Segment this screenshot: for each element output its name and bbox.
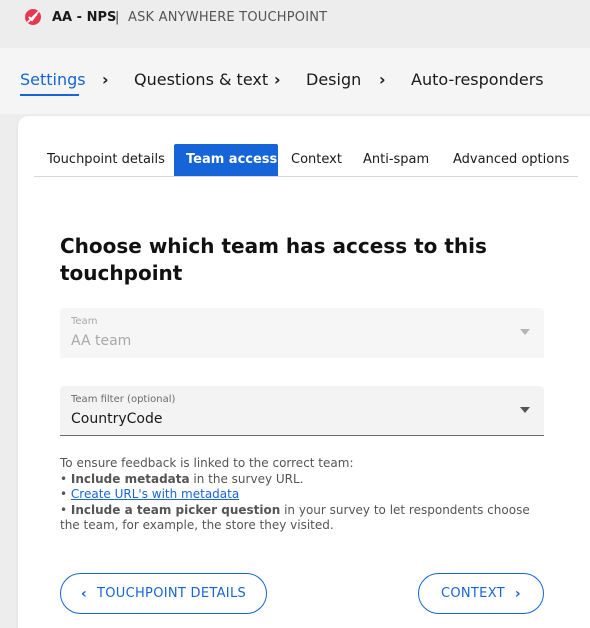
active-step-indicator [20, 94, 79, 96]
help-item-metadata: • Include metadata in the survey URL. [60, 471, 304, 486]
chevron-right-icon: › [102, 70, 109, 89]
team-select[interactable]: Team AA team [60, 308, 544, 358]
create-urls-metadata-link[interactable]: Create URL's with metadata [71, 487, 239, 501]
team-filter-value: CountryCode [71, 411, 163, 427]
step-design[interactable]: Design [306, 70, 361, 89]
settings-tabs: Touchpoint details Team access Context A… [34, 144, 578, 177]
wizard-steps: Settings › Questions & text › Design › A… [0, 48, 590, 114]
chevron-left-icon: ‹ [80, 585, 88, 602]
brand-logo-icon [25, 9, 41, 25]
app-name: AA - NPS [52, 10, 117, 25]
tab-context[interactable]: Context [284, 144, 349, 176]
top-bar: AA - NPS | ASK ANYWHERE TOUCHPOINT [0, 0, 590, 48]
next-button[interactable]: CONTEXT › [418, 573, 544, 614]
team-select-label: Team [71, 316, 98, 327]
step-auto-responders[interactable]: Auto-responders [411, 70, 544, 89]
settings-card [18, 116, 590, 628]
title-separator: | [115, 10, 120, 25]
help-intro: To ensure feedback is linked to the corr… [60, 456, 354, 470]
team-filter-select[interactable]: Team filter (optional) CountryCode [60, 386, 544, 436]
step-settings[interactable]: Settings [20, 70, 86, 89]
next-button-label: CONTEXT [441, 586, 505, 601]
touchpoint-type: ASK ANYWHERE TOUCHPOINT [128, 10, 328, 25]
dropdown-caret-icon [520, 407, 530, 413]
tab-advanced-options[interactable]: Advanced options [446, 144, 576, 176]
dropdown-caret-icon [520, 329, 530, 335]
back-button[interactable]: ‹ TOUCHPOINT DETAILS [60, 573, 267, 614]
team-select-value: AA team [71, 333, 132, 349]
tab-anti-spam[interactable]: Anti-spam [356, 144, 436, 176]
chevron-right-icon: › [379, 70, 386, 89]
help-item-link: • Create URL's with metadata [60, 487, 240, 501]
page-title: Choose which team has access to this tou… [60, 234, 487, 285]
help-item-team-picker: • Include a team picker question in your… [60, 502, 530, 533]
back-button-label: TOUCHPOINT DETAILS [97, 586, 247, 601]
tab-team-access[interactable]: Team access [174, 144, 278, 176]
chevron-right-icon: › [514, 585, 521, 602]
tab-touchpoint-details[interactable]: Touchpoint details [40, 144, 172, 176]
step-questions-text[interactable]: Questions & text [134, 70, 268, 89]
help-text: To ensure feedback is linked to the corr… [60, 456, 540, 534]
chevron-right-icon: › [274, 70, 281, 89]
team-filter-label: Team filter (optional) [71, 394, 176, 405]
